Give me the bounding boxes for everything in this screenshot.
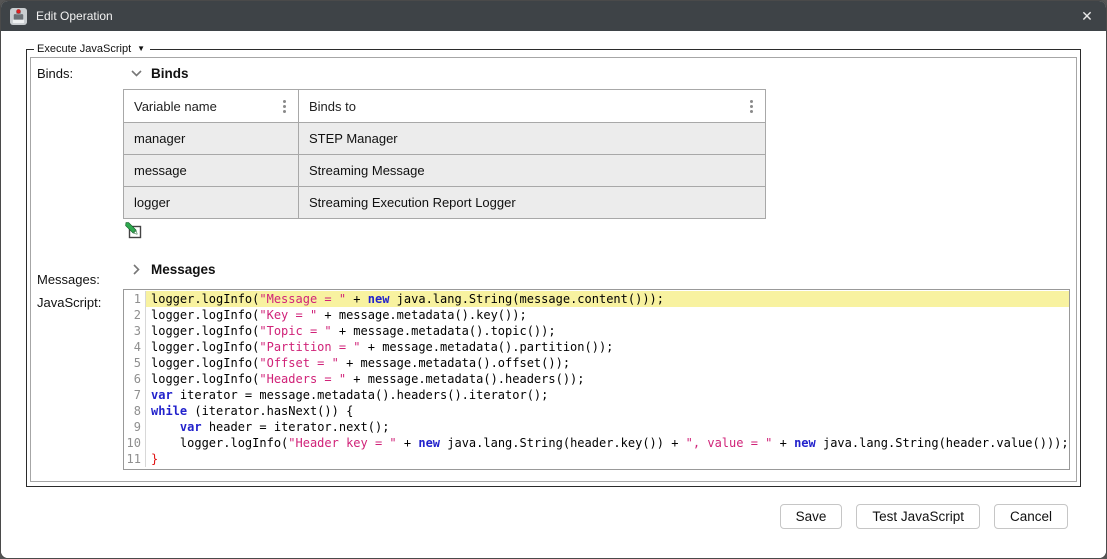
column-header-binds-to[interactable]: Binds to [299,90,766,123]
operation-type-label: Execute JavaScript [37,43,131,55]
code-line[interactable]: 9 var header = iterator.next(); [124,419,1069,435]
table-row: messageStreaming Message [124,155,766,187]
chevron-right-icon [131,264,142,275]
code-text: var header = iterator.next(); [146,419,1069,435]
line-number: 4 [124,339,146,355]
column-menu-icon[interactable] [748,98,755,115]
binds-table-header-row: Variable name Binds to [124,90,766,123]
app-icon [10,8,27,25]
binds-table: Variable name Binds to [123,89,766,219]
code-line[interactable]: 2logger.logInfo("Key = " + message.metad… [124,307,1069,323]
javascript-code-editor[interactable]: 1logger.logInfo("Message = " + new java.… [123,289,1070,470]
chevron-down-icon [131,70,142,77]
operation-form: Binds: Binds Variabl [30,57,1077,482]
code-text: logger.logInfo("Partition = " + message.… [146,339,1069,355]
code-text: logger.logInfo("Topic = " + message.meta… [146,323,1069,339]
table-row: loggerStreaming Execution Report Logger [124,187,766,219]
dialog-body: Execute JavaScript ▼ Binds: Binds [1,31,1106,558]
code-line[interactable]: 10 logger.logInfo("Header key = " + new … [124,435,1069,451]
messages-section-toggle[interactable]: Messages [131,262,1070,277]
cell-variable-name[interactable]: logger [124,187,299,219]
code-line[interactable]: 11} [124,451,1069,467]
binds-section-title: Binds [151,66,189,81]
code-line[interactable]: 5logger.logInfo("Offset = " + message.me… [124,355,1069,371]
cancel-button[interactable]: Cancel [994,504,1068,529]
cell-binds-to[interactable]: Streaming Message [299,155,766,187]
line-number: 7 [124,387,146,403]
code-line[interactable]: 6logger.logInfo("Headers = " + message.m… [124,371,1069,387]
code-line[interactable]: 4logger.logInfo("Partition = " + message… [124,339,1069,355]
column-header-variable-name[interactable]: Variable name [124,90,299,123]
cell-variable-name[interactable]: message [124,155,299,187]
javascript-field-label: JavaScript: [37,287,123,310]
close-icon[interactable]: ✕ [1068,1,1106,31]
javascript-content: 1logger.logInfo("Message = " + new java.… [123,287,1070,470]
binds-section-toggle[interactable]: Binds [131,66,1070,81]
code-text: logger.logInfo("Headers = " + message.me… [146,371,1069,387]
table-row: managerSTEP Manager [124,123,766,155]
cell-binds-to[interactable]: STEP Manager [299,123,766,155]
line-number: 10 [124,435,146,451]
column-menu-icon[interactable] [281,98,288,115]
test-javascript-button[interactable]: Test JavaScript [856,504,980,529]
messages-field-label: Messages: [37,260,123,287]
code-text: logger.logInfo("Key = " + message.metada… [146,307,1069,323]
line-number: 3 [124,323,146,339]
cell-variable-name[interactable]: manager [124,123,299,155]
code-text: logger.logInfo("Message = " + new java.l… [146,291,1069,307]
code-line[interactable]: 3logger.logInfo("Topic = " + message.met… [124,323,1069,339]
edit-binds-icon[interactable] [125,222,142,239]
dialog-title: Edit Operation [36,9,113,23]
binds-field-label: Binds: [37,64,123,81]
line-number: 1 [124,291,146,307]
messages-content: Messages [123,260,1070,279]
binds-content: Binds Variable name [123,64,1070,244]
save-button[interactable]: Save [780,504,843,529]
title-bar[interactable]: Edit Operation ✕ [1,1,1106,31]
code-line[interactable]: 8while (iterator.hasNext()) { [124,403,1069,419]
code-text: } [146,451,1069,467]
operation-group: Execute JavaScript ▼ Binds: Binds [26,43,1081,487]
line-number: 2 [124,307,146,323]
messages-section-title: Messages [151,262,216,277]
dialog-footer: Save Test JavaScript Cancel [26,487,1081,529]
code-line[interactable]: 7var iterator = message.metadata().heade… [124,387,1069,403]
operation-type-selector[interactable]: Execute JavaScript ▼ [34,43,150,55]
dropdown-caret-icon: ▼ [137,45,145,53]
line-number: 5 [124,355,146,371]
code-text: while (iterator.hasNext()) { [146,403,1069,419]
line-number: 11 [124,451,146,467]
code-text: logger.logInfo("Offset = " + message.met… [146,355,1069,371]
line-number: 8 [124,403,146,419]
code-line[interactable]: 1logger.logInfo("Message = " + new java.… [124,291,1069,307]
line-number: 6 [124,371,146,387]
code-text: logger.logInfo("Header key = " + new jav… [146,435,1069,451]
code-text: var iterator = message.metadata().header… [146,387,1069,403]
cell-binds-to[interactable]: Streaming Execution Report Logger [299,187,766,219]
line-number: 9 [124,419,146,435]
edit-operation-dialog: Edit Operation ✕ Execute JavaScript ▼ Bi… [0,0,1107,559]
